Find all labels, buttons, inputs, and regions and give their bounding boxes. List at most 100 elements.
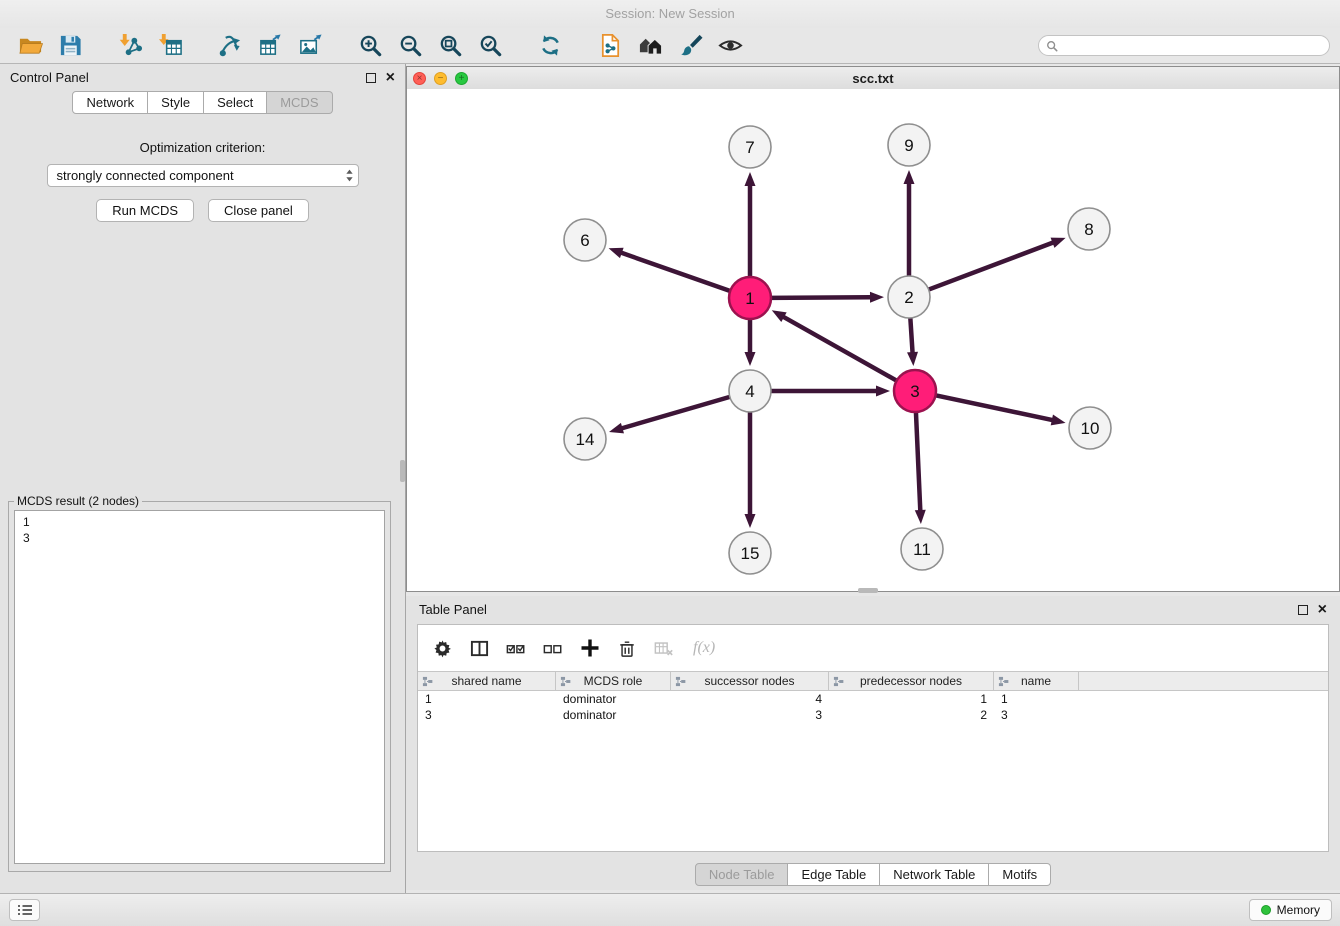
node-11[interactable]: 11 — [901, 528, 943, 570]
float-table-panel-icon[interactable] — [1298, 605, 1308, 615]
optimization-criterion-label: Optimization criterion: — [0, 140, 405, 155]
column-header-shared_name[interactable]: shared name — [418, 672, 556, 690]
tab-style[interactable]: Style — [148, 91, 204, 114]
cell-predecessor_nodes: 2 — [829, 707, 994, 723]
float-panel-icon[interactable] — [366, 73, 376, 83]
network-window-titlebar[interactable]: × − + scc.txt — [407, 67, 1339, 90]
edge-arrowhead — [904, 170, 915, 184]
table-tab-node-table[interactable]: Node Table — [695, 863, 789, 886]
edge-2-8[interactable] — [929, 243, 1053, 290]
node-15[interactable]: 15 — [729, 532, 771, 574]
import-network-from-file-button[interactable] — [113, 31, 147, 61]
function-builder-button[interactable]: f(x) — [693, 639, 715, 657]
mcds-result-list[interactable]: 1 3 — [14, 510, 385, 864]
edge-1-2[interactable] — [771, 297, 870, 298]
edge-3-1[interactable] — [784, 317, 897, 381]
ui-settings-button[interactable] — [9, 899, 40, 921]
trash-icon — [618, 639, 636, 658]
show-columns-button[interactable] — [469, 638, 489, 658]
search-box[interactable] — [1038, 35, 1330, 56]
table-mode-button[interactable] — [432, 638, 452, 658]
deselect-all-button[interactable] — [543, 638, 563, 658]
node-label: 7 — [745, 138, 754, 157]
tab-mcds[interactable]: MCDS — [267, 91, 332, 114]
import-table-from-file-button[interactable] — [153, 31, 187, 61]
node-14[interactable]: 14 — [564, 418, 606, 460]
close-window-button[interactable]: × — [413, 72, 426, 85]
window-titlebar[interactable]: Session: New Session — [0, 0, 1340, 28]
floppy-icon — [58, 33, 83, 58]
zoom-in-icon — [358, 33, 383, 58]
apply-layout-button[interactable] — [533, 31, 567, 61]
node-9[interactable]: 9 — [888, 124, 930, 166]
delete-rows-button[interactable] — [617, 638, 637, 658]
edge-3-11[interactable] — [916, 412, 920, 510]
refresh-icon — [538, 33, 563, 58]
first-neighbors-button[interactable] — [633, 31, 667, 61]
search-input[interactable] — [1058, 38, 1322, 54]
column-header-successor_nodes[interactable]: successor nodes — [671, 672, 829, 690]
tab-select[interactable]: Select — [204, 91, 267, 114]
tab-network[interactable]: Network — [72, 91, 148, 114]
horizontal-splitter-handle[interactable] — [858, 588, 878, 593]
table-tab-motifs[interactable]: Motifs — [989, 863, 1051, 886]
select-all-button[interactable] — [506, 638, 526, 658]
import-network-icon — [118, 33, 143, 58]
edge-4-14[interactable] — [622, 397, 729, 428]
zoom-fit-button[interactable] — [433, 31, 467, 61]
open-session-button[interactable] — [13, 31, 47, 61]
zoom-selected-button[interactable] — [473, 31, 507, 61]
table-row[interactable]: 3dominator323 — [418, 707, 1328, 723]
memory-button[interactable]: Memory — [1249, 899, 1332, 921]
node-6[interactable]: 6 — [564, 219, 606, 261]
edge-3-10[interactable] — [936, 395, 1052, 420]
cell-shared_name: 3 — [418, 707, 556, 723]
node-label: 10 — [1081, 419, 1100, 438]
edge-arrowhead — [907, 352, 918, 366]
zoom-window-button[interactable]: + — [455, 72, 468, 85]
node-8[interactable]: 8 — [1068, 208, 1110, 250]
node-label: 9 — [904, 136, 913, 155]
node-10[interactable]: 10 — [1069, 407, 1111, 449]
node-1[interactable]: 1 — [729, 277, 771, 319]
apply-style-button[interactable] — [673, 31, 707, 61]
column-header-name[interactable]: name — [994, 672, 1079, 690]
network-canvas[interactable]: 7 9 6 8 1 2 4 3 10 14 15 11 — [407, 89, 1339, 591]
run-mcds-button[interactable]: Run MCDS — [96, 199, 194, 222]
column-header-predecessor_nodes[interactable]: predecessor nodes — [829, 672, 994, 690]
export-network-button[interactable] — [213, 31, 247, 61]
network-graph[interactable]: 7 9 6 8 1 2 4 3 10 14 15 11 — [407, 89, 1339, 591]
edge-1-6[interactable] — [622, 253, 730, 291]
close-panel-icon[interactable]: × — [386, 70, 395, 86]
optimization-dropdown[interactable]: strongly connected component — [47, 164, 359, 187]
zoom-out-button[interactable] — [393, 31, 427, 61]
edge-2-3[interactable] — [910, 318, 912, 352]
zoom-fit-icon — [438, 33, 463, 58]
zoom-in-button[interactable] — [353, 31, 387, 61]
create-column-button[interactable] — [580, 638, 600, 658]
node-4[interactable]: 4 — [729, 370, 771, 412]
export-table-button[interactable] — [253, 31, 287, 61]
node-2[interactable]: 2 — [888, 276, 930, 318]
node-7[interactable]: 7 — [729, 126, 771, 168]
edge-arrowhead — [745, 352, 756, 366]
minimize-window-button[interactable]: − — [434, 72, 447, 85]
table-tab-network-table[interactable]: Network Table — [880, 863, 989, 886]
node-3[interactable]: 3 — [894, 370, 936, 412]
close-table-panel-icon[interactable]: × — [1318, 602, 1327, 618]
doc-net-icon — [598, 33, 623, 58]
show-graphics-details-button[interactable] — [713, 31, 747, 61]
vertical-splitter-handle[interactable] — [400, 460, 405, 482]
table-row[interactable]: 1dominator411 — [418, 691, 1328, 707]
table-tab-edge-table[interactable]: Edge Table — [788, 863, 880, 886]
delete-column-button-disabled[interactable] — [654, 638, 674, 658]
save-session-button[interactable] — [53, 31, 87, 61]
network-window-title: scc.txt — [407, 71, 1339, 86]
close-panel-button[interactable]: Close panel — [208, 199, 309, 222]
export-image-button[interactable] — [293, 31, 327, 61]
node-label: 1 — [745, 289, 754, 308]
network-document-button[interactable] — [593, 31, 627, 61]
column-header-mcds_role[interactable]: MCDS role — [556, 672, 671, 690]
cell-successor_nodes: 3 — [671, 707, 829, 723]
cell-mcds_role: dominator — [556, 707, 671, 723]
